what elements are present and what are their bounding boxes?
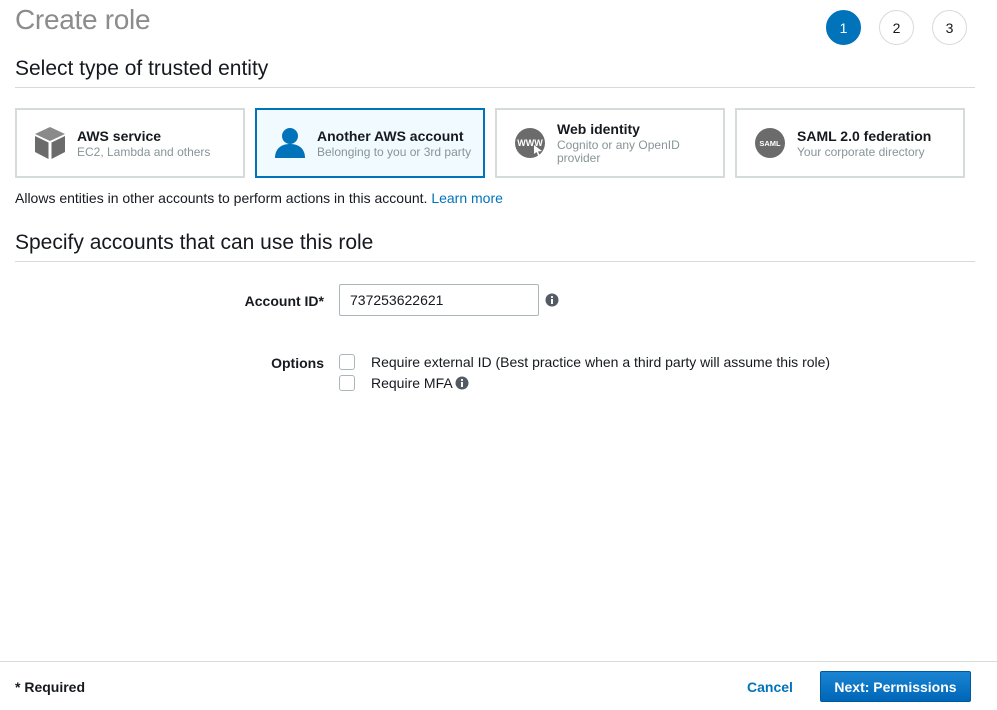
option-external-id: Require external ID (Best practice when … xyxy=(339,354,830,370)
learn-more-link[interactable]: Learn more xyxy=(431,190,503,206)
mfa-checkbox[interactable] xyxy=(339,375,355,391)
trusted-entity-heading: Select type of trusted entity xyxy=(15,57,269,80)
entity-card-web-identity[interactable]: WWW Web identity Cognito or any OpenID p… xyxy=(495,108,725,178)
option-mfa: Require MFA xyxy=(339,375,469,391)
entity-type-cards: AWS service EC2, Lambda and others Anoth… xyxy=(15,108,965,178)
options-label: Options xyxy=(271,355,324,371)
option-label-wrap: Require MFA xyxy=(371,375,469,391)
page-title: Create role xyxy=(15,4,151,35)
help-description: Allows entities in other accounts to per… xyxy=(15,190,428,206)
account-id-label: Account ID* xyxy=(244,293,324,309)
info-icon[interactable] xyxy=(455,376,469,390)
section-divider xyxy=(15,87,975,88)
entity-card-title: SAML 2.0 federation xyxy=(797,127,932,144)
step-3: 3 xyxy=(932,10,967,45)
entity-card-another-account[interactable]: Another AWS account Belonging to you or … xyxy=(255,108,485,178)
saml-icon: SAML xyxy=(753,126,787,160)
option-label: Require MFA xyxy=(371,375,453,391)
entity-card-aws-service[interactable]: AWS service EC2, Lambda and others xyxy=(15,108,245,178)
next-permissions-button[interactable]: Next: Permissions xyxy=(820,671,971,702)
svg-text:WWW: WWW xyxy=(517,138,543,148)
accounts-heading: Specify accounts that can use this role xyxy=(15,231,374,254)
entity-card-subtitle: Belonging to you or 3rd party xyxy=(317,144,472,159)
entity-help-text: Allows entities in other accounts to per… xyxy=(15,190,503,206)
entity-card-subtitle: Cognito or any OpenID provider xyxy=(557,138,680,165)
required-note: * Required xyxy=(15,679,86,695)
wizard-steps: 1 2 3 xyxy=(826,10,967,45)
user-icon xyxy=(273,126,307,160)
step-1: 1 xyxy=(826,10,861,45)
cube-icon xyxy=(33,126,67,160)
entity-card-saml[interactable]: SAML SAML 2.0 federation Your corporate … xyxy=(735,108,965,178)
account-id-input[interactable] xyxy=(339,284,539,316)
section-divider xyxy=(15,261,975,262)
entity-card-subtitle: EC2, Lambda and others xyxy=(77,144,211,159)
svg-text:SAML: SAML xyxy=(759,139,781,148)
option-label: Require external ID (Best practice when … xyxy=(371,354,831,370)
info-icon[interactable] xyxy=(545,293,559,312)
step-2: 2 xyxy=(879,10,914,45)
entity-card-subtitle: Your corporate directory xyxy=(797,144,925,159)
entity-card-title: Another AWS account xyxy=(317,127,464,144)
www-icon: WWW xyxy=(513,126,547,160)
external-id-checkbox[interactable] xyxy=(339,354,355,370)
footer-divider xyxy=(0,661,997,662)
cancel-button[interactable]: Cancel xyxy=(747,679,793,695)
entity-card-title: Web identity xyxy=(557,121,640,137)
entity-card-title: AWS service xyxy=(77,127,162,144)
